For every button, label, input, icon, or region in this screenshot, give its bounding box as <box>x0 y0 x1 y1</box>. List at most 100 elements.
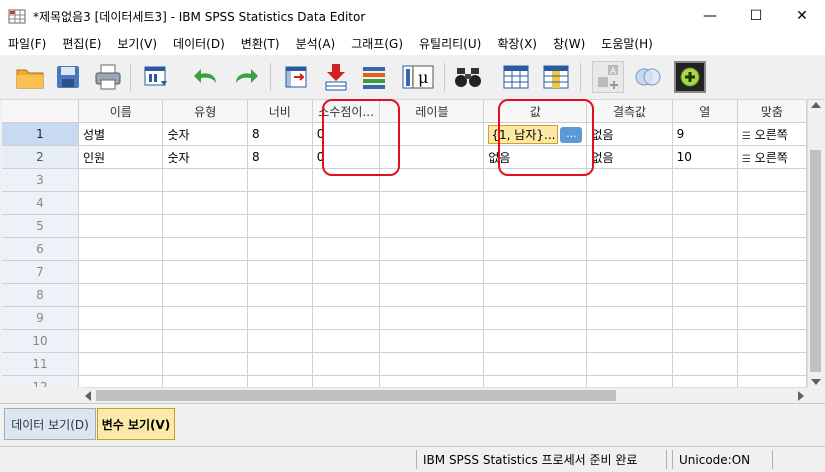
empty-cell[interactable] <box>78 283 164 307</box>
cell-label[interactable] <box>379 122 485 146</box>
menu-window[interactable]: 창(W) <box>545 35 593 52</box>
empty-cell[interactable] <box>379 191 485 215</box>
empty-cell[interactable] <box>312 306 381 330</box>
empty-cell[interactable] <box>586 306 673 330</box>
empty-cell[interactable] <box>586 237 673 261</box>
maximize-button[interactable]: ☐ <box>733 0 779 31</box>
menu-view[interactable]: 보기(V) <box>109 35 165 52</box>
menu-transform[interactable]: 변환(T) <box>233 35 288 52</box>
horizontal-scrollbar[interactable] <box>82 387 807 404</box>
row-header[interactable]: 11 <box>2 352 79 376</box>
column-header-width[interactable]: 너비 <box>247 100 313 123</box>
empty-cell[interactable] <box>737 214 807 238</box>
cell-type[interactable]: 숫자 <box>162 122 248 146</box>
empty-cell[interactable] <box>78 168 164 192</box>
column-header-type[interactable]: 유형 <box>162 100 248 123</box>
row-header[interactable]: 5 <box>2 214 79 238</box>
empty-cell[interactable] <box>162 237 248 261</box>
empty-cell[interactable] <box>312 283 381 307</box>
empty-cell[interactable] <box>247 375 313 387</box>
empty-cell[interactable] <box>78 237 164 261</box>
cell-columns[interactable]: 9 <box>672 122 738 146</box>
menu-analyze[interactable]: 분석(A) <box>288 35 344 52</box>
empty-cell[interactable] <box>379 260 485 284</box>
empty-cell[interactable] <box>78 375 164 387</box>
empty-cell[interactable] <box>162 283 248 307</box>
empty-cell[interactable] <box>247 283 313 307</box>
save-button[interactable] <box>52 61 84 93</box>
empty-cell[interactable] <box>312 214 381 238</box>
horizontal-scroll-thumb[interactable] <box>96 390 616 401</box>
recall-dialog-button[interactable] <box>140 61 172 93</box>
empty-cell[interactable] <box>312 329 381 353</box>
empty-cell[interactable] <box>672 214 738 238</box>
row-header[interactable]: 3 <box>2 168 79 192</box>
empty-cell[interactable] <box>162 260 248 284</box>
empty-cell[interactable] <box>672 191 738 215</box>
menu-graphs[interactable]: 그래프(G) <box>343 35 411 52</box>
empty-cell[interactable] <box>247 214 313 238</box>
empty-cell[interactable] <box>483 260 588 284</box>
empty-cell[interactable] <box>483 237 588 261</box>
go-to-variable-button[interactable] <box>320 61 352 93</box>
empty-cell[interactable] <box>737 260 807 284</box>
empty-cell[interactable] <box>672 283 738 307</box>
row-header[interactable]: 9 <box>2 306 79 330</box>
values-dialog-button[interactable]: ... <box>560 127 583 143</box>
empty-cell[interactable] <box>312 375 381 387</box>
row-header[interactable]: 8 <box>2 283 79 307</box>
empty-cell[interactable] <box>737 191 807 215</box>
find-button[interactable] <box>452 61 484 93</box>
cell-decimals[interactable]: 0 <box>312 122 381 146</box>
column-header-align[interactable]: 맞춤 <box>737 100 807 123</box>
empty-cell[interactable] <box>737 237 807 261</box>
scroll-right-icon[interactable] <box>798 391 804 401</box>
cell-name[interactable]: 성별 <box>78 122 164 146</box>
empty-cell[interactable] <box>78 306 164 330</box>
empty-cell[interactable] <box>672 306 738 330</box>
cell-type[interactable]: 숫자 <box>162 145 248 169</box>
empty-cell[interactable] <box>483 168 588 192</box>
redo-button[interactable] <box>230 61 262 93</box>
cell-width[interactable]: 8 <box>247 122 313 146</box>
empty-cell[interactable] <box>586 260 673 284</box>
empty-cell[interactable] <box>247 352 313 376</box>
value-labels-button[interactable]: μ <box>410 61 436 93</box>
select-cases-button[interactable] <box>632 61 664 93</box>
empty-cell[interactable] <box>586 214 673 238</box>
empty-cell[interactable] <box>162 306 248 330</box>
empty-cell[interactable] <box>247 237 313 261</box>
vertical-scrollbar[interactable] <box>807 100 824 387</box>
cell-name[interactable]: 인원 <box>78 145 164 169</box>
empty-cell[interactable] <box>78 191 164 215</box>
empty-cell[interactable] <box>162 329 248 353</box>
empty-cell[interactable] <box>312 260 381 284</box>
empty-cell[interactable] <box>247 168 313 192</box>
insert-cases-button[interactable] <box>500 61 532 93</box>
empty-cell[interactable] <box>162 214 248 238</box>
corner-cell[interactable] <box>2 100 79 123</box>
variables-button[interactable] <box>358 61 390 93</box>
empty-cell[interactable] <box>78 260 164 284</box>
cell-values[interactable]: {1, 남자}...... <box>483 122 588 146</box>
empty-cell[interactable] <box>162 352 248 376</box>
empty-cell[interactable] <box>672 237 738 261</box>
empty-cell[interactable] <box>737 375 807 387</box>
menu-utilities[interactable]: 유틸리티(U) <box>411 35 489 52</box>
empty-cell[interactable] <box>379 306 485 330</box>
scroll-down-icon[interactable] <box>811 379 821 385</box>
empty-cell[interactable] <box>379 375 485 387</box>
row-header[interactable]: 7 <box>2 260 79 284</box>
cell-columns[interactable]: 10 <box>672 145 738 169</box>
column-header-name[interactable]: 이름 <box>78 100 164 123</box>
empty-cell[interactable] <box>247 260 313 284</box>
empty-cell[interactable] <box>586 352 673 376</box>
row-header[interactable]: 12 <box>2 375 79 387</box>
weight-cases-button[interactable]: A <box>592 61 624 93</box>
empty-cell[interactable] <box>586 375 673 387</box>
empty-cell[interactable] <box>483 306 588 330</box>
empty-cell[interactable] <box>312 191 381 215</box>
row-header[interactable]: 10 <box>2 329 79 353</box>
empty-cell[interactable] <box>586 283 673 307</box>
empty-cell[interactable] <box>379 237 485 261</box>
